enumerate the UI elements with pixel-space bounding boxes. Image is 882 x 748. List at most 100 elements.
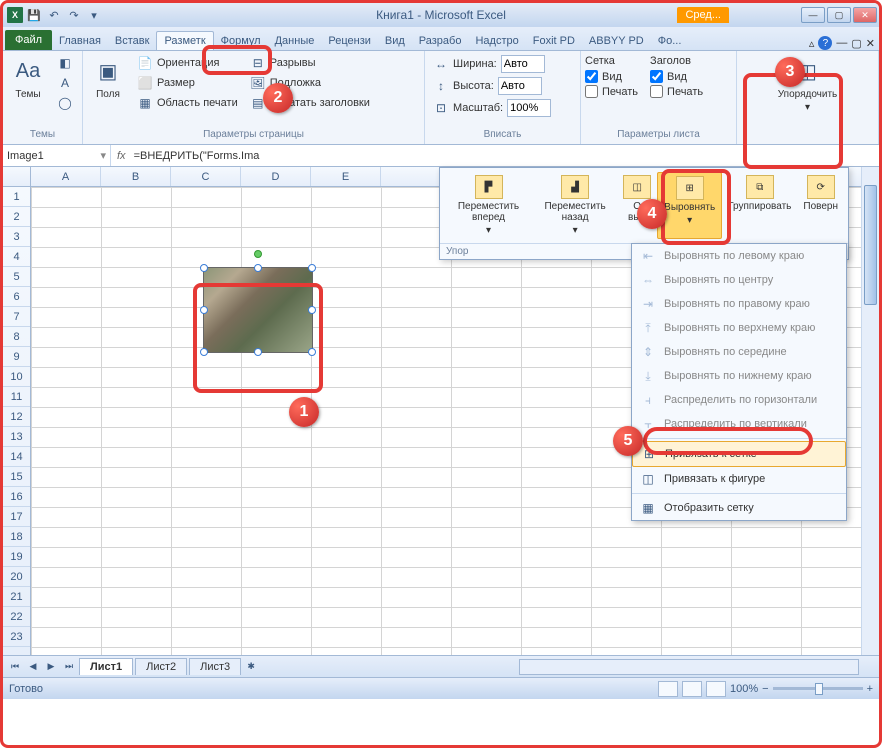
tab-page-layout[interactable]: Разметк bbox=[156, 31, 213, 50]
tab-file[interactable]: Файл bbox=[5, 30, 52, 50]
name-box[interactable]: Image1 ▾ bbox=[3, 145, 111, 166]
rotate-handle[interactable] bbox=[254, 250, 262, 258]
align-center-h-item[interactable]: ⇔Выровнять по центру bbox=[632, 268, 846, 292]
row-header[interactable]: 15 bbox=[3, 467, 30, 487]
row-header[interactable]: 22 bbox=[3, 607, 30, 627]
view-gridlines-item[interactable]: ▦Отобразить сетку bbox=[632, 496, 846, 520]
row-header[interactable]: 14 bbox=[3, 447, 30, 467]
row-header[interactable]: 20 bbox=[3, 567, 30, 587]
align-right-item[interactable]: ⇥Выровнять по правому краю bbox=[632, 292, 846, 316]
align-middle-item[interactable]: ⇕Выровнять по середине bbox=[632, 340, 846, 364]
tab-format[interactable]: Фо... bbox=[651, 32, 689, 50]
print-area-button[interactable]: ▦Область печати bbox=[133, 93, 242, 113]
fonts-button[interactable]: A bbox=[53, 73, 77, 93]
bring-forward-button[interactable]: ▛Переместить вперед▾ bbox=[444, 172, 533, 239]
col-header[interactable]: D bbox=[241, 167, 311, 186]
row-header[interactable]: 7 bbox=[3, 307, 30, 327]
tab-view[interactable]: Вид bbox=[378, 32, 412, 50]
col-header[interactable]: B bbox=[101, 167, 171, 186]
row-header[interactable]: 18 bbox=[3, 527, 30, 547]
normal-view-button[interactable] bbox=[658, 681, 678, 697]
help-icon[interactable]: ? bbox=[818, 36, 832, 50]
redo-button[interactable]: ↷ bbox=[65, 6, 83, 24]
zoom-slider[interactable] bbox=[773, 687, 863, 690]
resize-handle[interactable] bbox=[308, 264, 316, 272]
zoom-out-button[interactable]: − bbox=[762, 683, 768, 695]
close-button[interactable]: ✕ bbox=[853, 7, 877, 23]
sheet-tab-1[interactable]: Лист1 bbox=[79, 658, 133, 675]
row-header[interactable]: 21 bbox=[3, 587, 30, 607]
minimize-ribbon-icon[interactable]: ▵ bbox=[809, 37, 815, 50]
row-header[interactable]: 16 bbox=[3, 487, 30, 507]
horizontal-scrollbar[interactable] bbox=[519, 659, 859, 675]
colors-button[interactable]: ◧ bbox=[53, 53, 77, 73]
undo-button[interactable]: ↶ bbox=[45, 6, 63, 24]
distribute-v-item[interactable]: ⫟Распределить по вертикали bbox=[632, 412, 846, 436]
tab-formulas[interactable]: Формул bbox=[214, 32, 268, 50]
maximize-button[interactable]: ▢ bbox=[827, 7, 851, 23]
align-left-item[interactable]: ⇤Выровнять по левому краю bbox=[632, 244, 846, 268]
zoom-thumb[interactable] bbox=[815, 683, 823, 695]
sheet-tab-3[interactable]: Лист3 bbox=[189, 658, 241, 675]
distribute-h-item[interactable]: ⫞Распределить по горизонтали bbox=[632, 388, 846, 412]
last-sheet-button[interactable]: ⏭ bbox=[61, 659, 77, 675]
align-top-item[interactable]: ⤒Выровнять по верхнему краю bbox=[632, 316, 846, 340]
gridlines-view-checkbox[interactable]: Вид bbox=[585, 69, 638, 84]
tab-home[interactable]: Главная bbox=[52, 32, 108, 50]
minimize-button[interactable]: — bbox=[801, 7, 825, 23]
col-header[interactable]: A bbox=[31, 167, 101, 186]
prev-sheet-button[interactable]: ◀ bbox=[25, 659, 41, 675]
first-sheet-button[interactable]: ⏮ bbox=[7, 659, 23, 675]
scale-control[interactable]: ⊡Масштаб: bbox=[429, 97, 555, 119]
row-header[interactable]: 23 bbox=[3, 627, 30, 647]
snap-to-shape-item[interactable]: ◫Привязать к фигуре bbox=[632, 467, 846, 491]
themes-button[interactable]: Aa Темы bbox=[7, 53, 49, 102]
row-header[interactable]: 2 bbox=[3, 207, 30, 227]
headings-print-checkbox[interactable]: Печать bbox=[650, 84, 703, 99]
zoom-in-button[interactable]: + bbox=[867, 683, 873, 695]
embedded-image[interactable] bbox=[203, 267, 313, 353]
next-sheet-button[interactable]: ▶ bbox=[43, 659, 59, 675]
row-header[interactable]: 1 bbox=[3, 187, 30, 207]
save-button[interactable]: 💾 bbox=[25, 6, 43, 24]
orientation-button[interactable]: 📄Ориентация bbox=[133, 53, 242, 73]
doc-close-icon[interactable]: ✕ bbox=[866, 37, 875, 50]
row-header[interactable]: 5 bbox=[3, 267, 30, 287]
row-header[interactable]: 4 bbox=[3, 247, 30, 267]
tab-review[interactable]: Рецензи bbox=[321, 32, 378, 50]
size-button[interactable]: ⬜Размер bbox=[133, 73, 242, 93]
align-button[interactable]: ⊞Выровнять▾ bbox=[657, 172, 722, 239]
row-header[interactable]: 11 bbox=[3, 387, 30, 407]
resize-handle[interactable] bbox=[200, 306, 208, 314]
formula-value[interactable]: =ВНЕДРИТЬ("Forms.Ima bbox=[134, 150, 260, 162]
row-header[interactable]: 6 bbox=[3, 287, 30, 307]
row-header[interactable]: 8 bbox=[3, 327, 30, 347]
select-all-button[interactable] bbox=[3, 167, 31, 186]
tab-data[interactable]: Данные bbox=[268, 32, 322, 50]
height-input[interactable] bbox=[498, 77, 542, 95]
tab-foxit[interactable]: Foxit PD bbox=[526, 32, 582, 50]
resize-handle[interactable] bbox=[200, 264, 208, 272]
row-header[interactable]: 19 bbox=[3, 547, 30, 567]
row-header[interactable]: 17 bbox=[3, 507, 30, 527]
gridlines-print-checkbox[interactable]: Печать bbox=[585, 84, 638, 99]
vertical-scrollbar[interactable] bbox=[861, 167, 879, 655]
headings-view-checkbox[interactable]: Вид bbox=[650, 69, 703, 84]
width-input[interactable] bbox=[501, 55, 545, 73]
fx-icon[interactable]: fx bbox=[117, 150, 126, 162]
col-header[interactable]: C bbox=[171, 167, 241, 186]
scrollbar-thumb[interactable] bbox=[864, 185, 877, 305]
height-control[interactable]: ↕Высота: bbox=[429, 75, 555, 97]
row-header[interactable]: 10 bbox=[3, 367, 30, 387]
send-backward-button[interactable]: ▟Переместить назад▾ bbox=[533, 172, 617, 239]
row-header[interactable]: 12 bbox=[3, 407, 30, 427]
context-tab[interactable]: Сред... bbox=[677, 7, 729, 23]
tab-abbyy[interactable]: ABBYY PD bbox=[582, 32, 651, 50]
col-header[interactable]: E bbox=[311, 167, 381, 186]
align-bottom-item[interactable]: ⤓Выровнять по нижнему краю bbox=[632, 364, 846, 388]
row-header[interactable]: 3 bbox=[3, 227, 30, 247]
page-break-view-button[interactable] bbox=[706, 681, 726, 697]
page-layout-view-button[interactable] bbox=[682, 681, 702, 697]
row-header[interactable]: 13 bbox=[3, 427, 30, 447]
breaks-button[interactable]: ⊟Разрывы bbox=[246, 53, 374, 73]
